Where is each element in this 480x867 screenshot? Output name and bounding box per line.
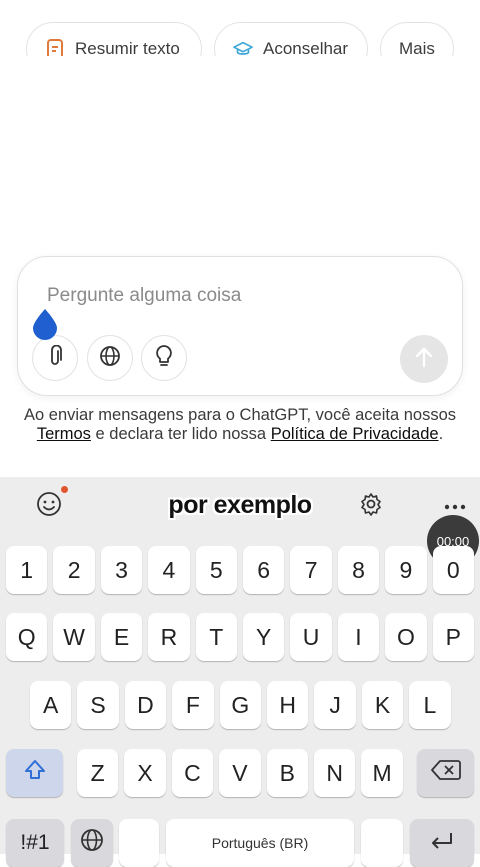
key-u[interactable]: U	[290, 613, 332, 661]
enter-icon	[429, 830, 455, 857]
message-composer[interactable]: Pergunte alguma coisa	[17, 256, 463, 396]
send-button[interactable]	[400, 335, 448, 383]
space-key[interactable]: Português (BR)	[166, 819, 354, 867]
key-s[interactable]: S	[77, 681, 119, 729]
comma-key[interactable]	[119, 819, 159, 867]
reason-button[interactable]	[141, 335, 187, 381]
key-k[interactable]: K	[361, 681, 404, 729]
legal-middle: e declara ter lido nossa	[90, 425, 271, 443]
shift-icon	[23, 758, 47, 788]
key-j[interactable]: J	[314, 681, 356, 729]
text-cursor-handle[interactable]	[31, 308, 59, 340]
key-a[interactable]: A	[30, 681, 72, 729]
key-r[interactable]: R	[148, 613, 190, 661]
key-c[interactable]: C	[171, 749, 214, 797]
lightbulb-icon	[155, 344, 173, 373]
key-l[interactable]: L	[409, 681, 451, 729]
key-e[interactable]: E	[100, 613, 143, 661]
key-9[interactable]: 9	[385, 546, 427, 594]
legal-suffix: .	[438, 425, 444, 443]
key-o[interactable]: O	[385, 613, 427, 661]
key-7[interactable]: 7	[290, 546, 332, 594]
legal-prefix: Ao enviar mensagens para o ChatGPT, você…	[24, 406, 456, 424]
globe-icon	[99, 345, 121, 372]
key-1[interactable]: 1	[6, 546, 48, 594]
key-t[interactable]: T	[195, 613, 237, 661]
key-f[interactable]: F	[172, 681, 214, 729]
period-key[interactable]	[361, 819, 403, 867]
key-2[interactable]: 2	[53, 546, 95, 594]
key-4[interactable]: 4	[148, 546, 190, 594]
key-m[interactable]: M	[361, 749, 403, 797]
on-screen-keyboard: por exemplo 00:00 1234567890 QWERTYUIOP …	[0, 477, 480, 867]
backspace-icon	[430, 759, 461, 787]
terms-link[interactable]: Termos	[37, 425, 91, 443]
key-i[interactable]: I	[337, 613, 380, 661]
web-search-button[interactable]	[87, 335, 133, 381]
privacy-link[interactable]: Política de Privacidade	[271, 425, 439, 443]
key-w[interactable]: W	[53, 613, 95, 661]
key-d[interactable]: D	[124, 681, 167, 729]
shift-key[interactable]	[6, 749, 63, 797]
key-n[interactable]: N	[314, 749, 356, 797]
key-p[interactable]: P	[432, 613, 474, 661]
attach-button[interactable]	[32, 335, 78, 381]
chips-fade	[0, 56, 480, 82]
key-b[interactable]: B	[266, 749, 308, 797]
key-h[interactable]: H	[267, 681, 309, 729]
composer-placeholder[interactable]: Pergunte alguma coisa	[47, 285, 241, 307]
legal-notice: Ao enviar mensagens para o ChatGPT, você…	[20, 406, 460, 444]
keyboard-toolbar: por exemplo	[0, 477, 480, 535]
key-6[interactable]: 6	[243, 546, 285, 594]
key-v[interactable]: V	[219, 749, 261, 797]
backspace-key[interactable]	[417, 749, 474, 797]
enter-key[interactable]	[410, 819, 474, 867]
key-g[interactable]: G	[219, 681, 261, 729]
key-x[interactable]: X	[124, 749, 166, 797]
key-3[interactable]: 3	[100, 546, 143, 594]
key-5[interactable]: 5	[195, 546, 237, 594]
key-y[interactable]: Y	[243, 613, 285, 661]
key-q[interactable]: Q	[6, 613, 48, 661]
key-8[interactable]: 8	[337, 546, 380, 594]
symbols-key[interactable]: !#1	[6, 819, 64, 867]
key-z[interactable]: Z	[77, 749, 119, 797]
video-caption: por exemplo	[168, 491, 312, 519]
language-key[interactable]	[71, 819, 113, 867]
paperclip-icon	[46, 344, 64, 372]
arrow-up-icon	[414, 346, 434, 373]
key-0[interactable]: 0	[432, 546, 474, 594]
